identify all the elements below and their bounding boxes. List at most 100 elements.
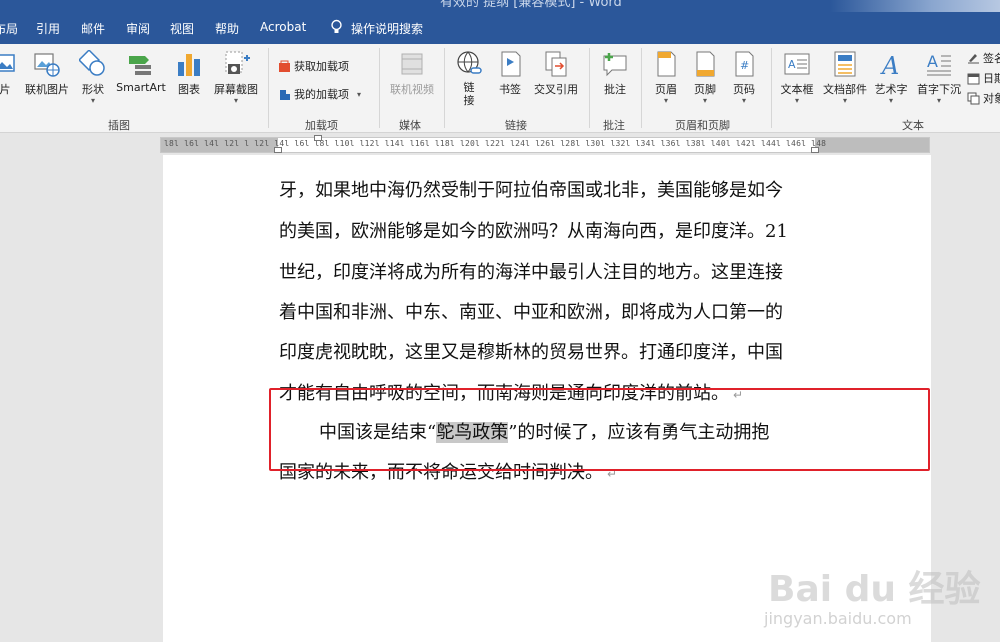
title-bar: 有效的 提纲 [兼容模式] - Word <box>0 0 1000 12</box>
screenshot-button[interactable]: 屏幕截图 ▾ <box>209 50 263 105</box>
tab-view[interactable]: 视图 <box>170 20 194 37</box>
bookmark-button[interactable]: 书签 <box>494 50 526 97</box>
get-addins-label: 获取加载项 <box>294 60 349 73</box>
header-button[interactable]: 页眉 ▾ <box>650 50 682 105</box>
group-divider <box>444 48 445 128</box>
screenshot-label: 屏幕截图 <box>214 83 258 96</box>
watermark: Bai du 经验 jingyan.baidu.com <box>760 545 1000 642</box>
quick-parts-icon <box>834 51 856 77</box>
store-icon <box>278 60 291 73</box>
picture-label: 片 <box>0 83 11 96</box>
textbox-button[interactable]: A 文本框 ▾ <box>778 50 816 105</box>
drop-cap-label: 首字下沉 <box>917 83 961 96</box>
footer-button[interactable]: 页脚 ▾ <box>689 50 721 105</box>
bookmark-label: 书签 <box>499 83 521 96</box>
group-divider <box>771 48 772 128</box>
textbox-label: 文本框 <box>780 83 814 96</box>
chevron-down-icon: ▾ <box>842 96 847 105</box>
svg-text:A: A <box>788 58 796 71</box>
svg-text:A: A <box>880 52 899 78</box>
my-addins-button[interactable]: 我的加载项 ▾ <box>278 86 361 102</box>
page-number-button[interactable]: # 页码 ▾ <box>728 50 760 105</box>
link-label: 链接 <box>463 81 475 107</box>
screenshot-icon <box>225 51 250 74</box>
wordart-icon: A <box>880 52 899 78</box>
my-addins-label: 我的加载项 <box>294 88 349 101</box>
header-icon <box>657 51 676 77</box>
signature-line-button[interactable]: 签名 <box>967 50 1000 66</box>
comment-button[interactable]: 批注 <box>598 50 632 97</box>
datetime-button[interactable]: 日期 <box>967 70 1000 86</box>
footer-icon <box>696 51 715 77</box>
online-picture-icon <box>34 53 60 77</box>
page-number-icon: # <box>735 51 754 77</box>
chevron-down-icon: ▾ <box>233 96 238 105</box>
link-globe-icon <box>457 51 482 74</box>
film-icon <box>401 53 423 75</box>
group-label-addins: 加载项 <box>305 119 338 132</box>
group-label-text: 文本 <box>902 119 924 132</box>
horizontal-ruler[interactable]: l8l l6l l4l l2l l l2l l4l l6l l8l l10l l… <box>160 135 930 153</box>
link-button[interactable]: 链接 <box>452 50 486 107</box>
text-line: 牙，如果地中海仍然受制于阿拉伯帝国或北非，美国能够是如今 <box>279 180 783 201</box>
ruler-ticks: l8l l6l l4l l2l l l2l l4l l6l l8l l10l l… <box>164 139 827 148</box>
wordart-label: 艺术字 <box>874 83 908 96</box>
chart-label: 图表 <box>178 83 200 96</box>
ruler-right-margin <box>815 138 929 152</box>
group-divider <box>641 48 642 128</box>
quick-parts-button[interactable]: 文档部件 ▾ <box>820 50 870 105</box>
get-addins-button[interactable]: 获取加载项 <box>278 58 349 74</box>
chevron-down-icon: ▾ <box>702 96 707 105</box>
object-label: 对象 <box>983 92 1000 105</box>
chevron-down-icon: ▾ <box>357 89 362 99</box>
first-line-indent-marker[interactable] <box>314 135 322 141</box>
group-label-header-footer: 页眉和页脚 <box>675 119 730 132</box>
bar-chart-icon <box>178 54 200 76</box>
group-label-media: 媒体 <box>399 119 421 132</box>
cross-reference-icon <box>545 51 567 77</box>
picture-icon <box>0 54 15 72</box>
svg-text:#: # <box>740 59 749 72</box>
shapes-button[interactable]: 形状 ▾ <box>76 50 110 105</box>
tab-layout[interactable]: 布局 <box>0 20 18 37</box>
calendar-icon <box>967 72 980 85</box>
drop-cap-button[interactable]: A 首字下沉 ▾ <box>914 50 964 105</box>
chevron-down-icon: ▾ <box>663 96 668 105</box>
group-divider <box>589 48 590 128</box>
tell-me-search[interactable]: 操作说明搜索 <box>351 20 423 37</box>
page-number-label: 页码 <box>733 83 755 96</box>
chevron-down-icon: ▾ <box>741 96 746 105</box>
tab-review[interactable]: 审阅 <box>126 20 150 37</box>
tab-references[interactable]: 引用 <box>36 20 60 37</box>
cross-reference-button[interactable]: 交叉引用 <box>530 50 582 97</box>
ruler-area: l8l l6l l4l l2l l l2l l4l l6l l8l l10l l… <box>0 133 1000 155</box>
object-icon <box>967 92 980 105</box>
chevron-down-icon: ▾ <box>794 96 799 105</box>
signature-icon <box>967 52 980 65</box>
svg-text:A: A <box>927 52 938 71</box>
lightbulb-icon <box>331 19 342 33</box>
tab-help[interactable]: 帮助 <box>215 20 239 37</box>
shapes-label: 形状 <box>82 83 104 96</box>
online-video-button[interactable]: 联机视频 <box>386 50 438 97</box>
footer-label: 页脚 <box>694 83 716 96</box>
window-title: 有效的 提纲 [兼容模式] - Word <box>440 0 622 10</box>
chart-button[interactable]: 图表 <box>174 50 204 97</box>
watermark-url: jingyan.baidu.com <box>764 609 912 628</box>
cross-reference-label: 交叉引用 <box>534 83 578 96</box>
text-line: 着中国和非洲、中东、南亚、中亚和欧洲，即将成为人口第一的 <box>279 302 783 323</box>
group-divider <box>379 48 380 128</box>
left-indent-marker[interactable] <box>274 147 282 153</box>
quick-parts-label: 文档部件 <box>823 83 867 96</box>
online-video-label: 联机视频 <box>390 83 434 96</box>
drop-cap-icon: A <box>927 52 951 76</box>
smartart-button[interactable]: SmartArt <box>114 50 168 94</box>
tab-mailings[interactable]: 邮件 <box>81 20 105 37</box>
right-indent-marker[interactable] <box>811 147 819 153</box>
tab-acrobat[interactable]: Acrobat <box>260 20 306 34</box>
object-button[interactable]: 对象 <box>967 90 1000 106</box>
online-picture-button[interactable]: 联机图片 <box>22 50 72 97</box>
chevron-down-icon: ▾ <box>888 96 893 105</box>
wordart-button[interactable]: A 艺术字 ▾ <box>873 50 909 105</box>
picture-button[interactable]: 片 <box>0 50 18 97</box>
